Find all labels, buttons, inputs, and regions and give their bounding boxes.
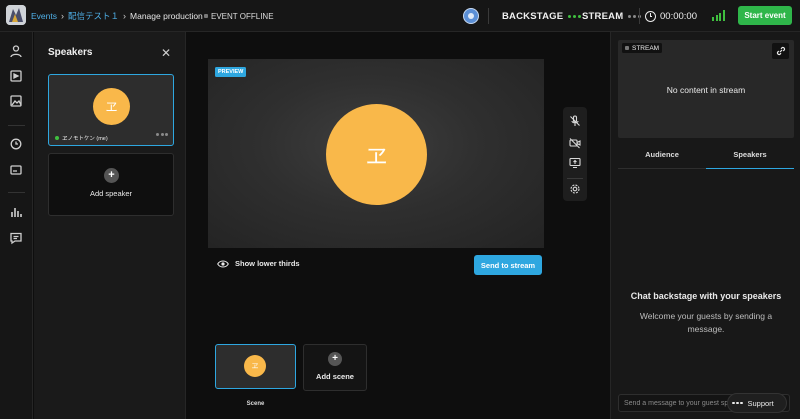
chat-icon[interactable]	[9, 231, 23, 245]
close-icon[interactable]: ✕	[161, 46, 171, 60]
chat-subtitle: Welcome your guests by sending a message…	[639, 311, 773, 334]
clock-icon	[645, 10, 656, 22]
right-panel: STREAM No content in stream Audience Spe…	[610, 32, 800, 419]
media-icon[interactable]	[9, 69, 23, 83]
panel-tabs: Audience Speakers	[618, 145, 794, 169]
more-icon	[732, 401, 743, 405]
user-icon[interactable]	[9, 44, 23, 58]
logo-icon[interactable]	[6, 5, 26, 25]
preview-badge: PREVIEW	[215, 67, 247, 77]
eye-icon	[217, 260, 229, 267]
screen-share-icon[interactable]	[569, 157, 581, 169]
divider	[567, 178, 583, 179]
stream-indicator: STREAM	[582, 0, 642, 32]
plus-icon: +	[104, 168, 119, 183]
add-speaker-button[interactable]: + Add speaker	[48, 153, 174, 216]
scene-label: Scene	[246, 401, 265, 407]
add-scene-label: Add scene	[316, 372, 354, 381]
online-status-icon	[55, 136, 59, 140]
backstage-status-dots	[568, 14, 582, 18]
user-avatar-icon[interactable]	[463, 8, 479, 24]
add-speaker-label: Add speaker	[89, 189, 133, 198]
more-options-icon[interactable]	[156, 133, 168, 136]
divider	[488, 8, 489, 24]
speaker-name: ヱノモトケン (me)	[55, 134, 108, 142]
event-status: EVENT OFFLINE	[204, 0, 274, 32]
divider	[8, 192, 25, 193]
preview-avatar: ヱ	[326, 104, 427, 205]
analytics-icon[interactable]	[9, 205, 23, 219]
status-dot-icon	[204, 14, 208, 18]
speakers-title: Speakers	[48, 47, 93, 58]
chevron-right-icon: ›	[123, 11, 127, 21]
support-button[interactable]: Support	[727, 393, 787, 413]
chevron-right-icon: ›	[61, 11, 64, 21]
breadcrumb-event-name[interactable]: 配信テスト１	[68, 10, 119, 22]
no-content-text: No content in stream	[666, 85, 746, 95]
main-stage: PREVIEW ヱ Show lower thirds Send to stre…	[187, 32, 610, 419]
breadcrumb: Events › 配信テスト１ › Manage production	[31, 0, 203, 32]
speakers-panel: Speakers ✕ ヱ ヱノモトケン (me) + Add speaker	[34, 32, 186, 419]
status-dot-icon	[625, 46, 629, 50]
speaker-card[interactable]: ヱ ヱノモトケン (me)	[48, 74, 174, 146]
divider	[8, 125, 25, 126]
tab-speakers[interactable]: Speakers	[706, 145, 794, 169]
mic-off-icon[interactable]	[569, 115, 581, 127]
plus-icon: +	[328, 352, 342, 366]
stream-label: STREAM	[582, 10, 624, 22]
lower-thirds-label: Show lower thirds	[235, 259, 300, 268]
camera-off-icon[interactable]	[569, 137, 581, 149]
event-timer: 00:00:00	[645, 0, 697, 32]
scene-avatar: ヱ	[244, 355, 266, 377]
preview-canvas: PREVIEW ヱ	[208, 59, 544, 248]
divider	[639, 8, 640, 24]
backstage-indicator: BACKSTAGE	[502, 0, 582, 32]
image-icon[interactable]	[9, 94, 23, 108]
start-event-button[interactable]: Start event	[738, 6, 792, 25]
settings-icon[interactable]	[569, 183, 581, 195]
link-icon[interactable]	[772, 43, 789, 59]
breadcrumb-current: Manage production	[130, 11, 203, 21]
add-scene-button[interactable]: + Add scene	[303, 344, 367, 391]
caption-icon[interactable]	[9, 163, 23, 177]
support-label: Support	[747, 398, 774, 408]
backstage-label: BACKSTAGE	[502, 10, 564, 22]
tab-audience[interactable]: Audience	[618, 145, 706, 168]
chat-title: Chat backstage with your speakers	[630, 291, 782, 301]
media-controls	[563, 107, 587, 201]
signal-strength-icon	[712, 10, 725, 21]
avatar: ヱ	[93, 88, 130, 125]
show-lower-thirds-toggle[interactable]: Show lower thirds	[217, 259, 300, 268]
scene-card[interactable]: ヱ	[215, 344, 296, 389]
top-bar: Events › 配信テスト１ › Manage production EVEN…	[0, 0, 800, 32]
clock-loop-icon[interactable]	[9, 137, 23, 151]
stream-preview: STREAM No content in stream	[618, 40, 794, 138]
breadcrumb-events[interactable]: Events	[31, 11, 57, 21]
left-rail	[0, 32, 33, 419]
event-status-text: EVENT OFFLINE	[211, 11, 274, 21]
stream-badge: STREAM	[622, 43, 663, 53]
send-to-stream-button[interactable]: Send to stream	[474, 255, 542, 275]
timer-value: 00:00:00	[660, 10, 697, 22]
